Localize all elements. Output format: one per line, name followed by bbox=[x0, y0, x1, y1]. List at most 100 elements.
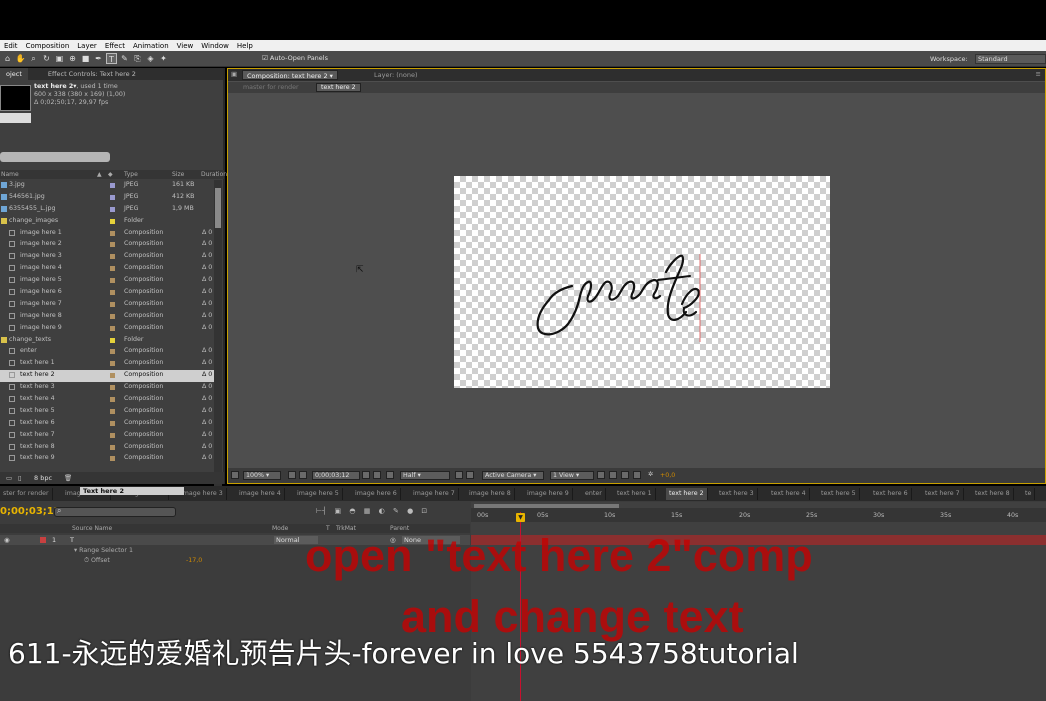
puppet-tool-icon[interactable]: ✦ bbox=[158, 53, 169, 64]
label-swatch[interactable] bbox=[110, 313, 115, 319]
project-item[interactable]: text here 7 Composition Δ 0 bbox=[0, 430, 214, 442]
label-swatch[interactable] bbox=[110, 266, 115, 272]
interpret-footage-icon[interactable]: ▭ bbox=[6, 474, 12, 482]
project-item[interactable]: text here 4 Composition Δ 0 bbox=[0, 394, 214, 406]
view-layout-select[interactable]: 1 View ▾ bbox=[550, 471, 594, 480]
project-scrollbar[interactable] bbox=[214, 180, 222, 538]
exposure-icon[interactable]: ✲ bbox=[648, 471, 653, 478]
menu-item-help[interactable]: Help bbox=[233, 42, 257, 50]
auto-keyframe-icon[interactable]: ● bbox=[407, 507, 413, 515]
timeline-tab[interactable]: text here 4 bbox=[768, 488, 810, 500]
comp-mini-flowchart-icon[interactable]: ⊢┤ bbox=[316, 507, 326, 515]
timeline-tab[interactable]: text here 6 bbox=[870, 488, 912, 500]
project-item[interactable]: 6355455_L.jpg JPEG 1,9 MB bbox=[0, 204, 214, 216]
auto-open-panels-checkbox[interactable]: ☑ Auto-Open Panels bbox=[262, 54, 328, 62]
channel-icon[interactable] bbox=[386, 471, 394, 479]
frame-blending-icon[interactable]: ▦ bbox=[364, 507, 371, 515]
label-color-swatch[interactable] bbox=[40, 537, 46, 543]
project-item[interactable]: image here 2 Composition Δ 0 bbox=[0, 239, 214, 251]
tab-project[interactable]: oject bbox=[0, 68, 28, 80]
project-item[interactable]: text here 6 Composition Δ 0 bbox=[0, 418, 214, 430]
label-swatch[interactable] bbox=[110, 254, 115, 260]
crumb-text-here-2[interactable]: text here 2 bbox=[316, 83, 361, 92]
col-mode[interactable]: Mode bbox=[272, 525, 288, 532]
camera-tool-icon[interactable]: ▣ bbox=[54, 53, 65, 64]
col-type[interactable]: Type bbox=[124, 171, 138, 178]
layer-name[interactable]: Text here 2 bbox=[80, 487, 184, 495]
magnification-select[interactable]: 100% ▾ bbox=[243, 471, 281, 480]
always-preview-icon[interactable] bbox=[231, 471, 239, 479]
flowchart-icon[interactable] bbox=[633, 471, 641, 479]
label-swatch[interactable] bbox=[110, 349, 115, 355]
sort-icon[interactable]: ▲ bbox=[97, 171, 102, 178]
label-icon[interactable]: ◆ bbox=[108, 171, 113, 178]
tab-layer[interactable]: Layer: (none) bbox=[374, 70, 418, 80]
label-swatch[interactable] bbox=[110, 408, 115, 414]
timeline-tab[interactable]: image here 3 bbox=[178, 488, 227, 500]
pixel-aspect-icon[interactable] bbox=[597, 471, 605, 479]
project-item[interactable]: image here 1 Composition Δ 0 bbox=[0, 228, 214, 240]
project-item[interactable]: text here 9 Composition Δ 0 bbox=[0, 453, 214, 465]
timeline-tab[interactable]: text here 8 bbox=[972, 488, 1014, 500]
grid-icon[interactable] bbox=[299, 471, 307, 479]
pen-tool-icon[interactable]: ✒ bbox=[93, 53, 104, 64]
timeline-icon[interactable] bbox=[621, 471, 629, 479]
label-swatch[interactable] bbox=[110, 230, 115, 236]
workspace-select[interactable]: Standard bbox=[975, 54, 1046, 64]
menu-item-animation[interactable]: Animation bbox=[129, 42, 173, 50]
label-swatch[interactable] bbox=[110, 361, 115, 367]
rectangle-tool-icon[interactable]: ■ bbox=[80, 53, 91, 64]
project-item[interactable]: enter Composition Δ 0 bbox=[0, 346, 214, 358]
visibility-icon[interactable]: ◉ bbox=[4, 536, 10, 544]
label-swatch[interactable] bbox=[110, 337, 115, 343]
label-swatch[interactable] bbox=[110, 373, 115, 379]
camera-select[interactable]: Active Camera ▾ bbox=[482, 471, 544, 480]
timeline-tab[interactable]: text here 3 bbox=[716, 488, 758, 500]
lock-icon[interactable]: ▣ bbox=[231, 70, 237, 78]
label-swatch[interactable] bbox=[110, 218, 115, 224]
label-swatch[interactable] bbox=[110, 325, 115, 331]
stopwatch-icon[interactable]: ⏱ bbox=[84, 557, 89, 564]
label-swatch[interactable] bbox=[110, 290, 115, 296]
offset-value[interactable]: -17,0 bbox=[186, 557, 202, 564]
type-tool-icon[interactable]: T bbox=[106, 53, 117, 64]
timeline-tab[interactable]: image here 4 bbox=[236, 488, 285, 500]
col-duration[interactable]: Duration bbox=[201, 171, 227, 178]
zoom-tool-icon[interactable]: ⌕ bbox=[28, 53, 39, 64]
project-item[interactable]: text here 8 Composition Δ 0 bbox=[0, 442, 214, 454]
region-of-interest-icon[interactable] bbox=[455, 471, 463, 479]
project-item[interactable]: image here 5 Composition Δ 0 bbox=[0, 275, 214, 287]
graph-editor-icon[interactable]: ⊡ bbox=[421, 507, 427, 515]
shy-icon[interactable]: ◓ bbox=[349, 507, 355, 515]
timeline-tab[interactable]: text here 1 bbox=[614, 488, 656, 500]
label-swatch[interactable] bbox=[110, 444, 115, 450]
new-folder-icon[interactable]: ▯ bbox=[18, 474, 22, 482]
project-item[interactable]: change_images Folder bbox=[0, 216, 214, 228]
label-swatch[interactable] bbox=[110, 301, 115, 307]
panel-menu-icon[interactable]: ≡ bbox=[1036, 70, 1041, 78]
timeline-tab[interactable]: image here 8 bbox=[466, 488, 515, 500]
resolution-select[interactable]: Half ▾ bbox=[400, 471, 450, 480]
brainstorm-icon[interactable]: ✎ bbox=[393, 507, 399, 515]
timeline-search-input[interactable]: ⌕ bbox=[54, 506, 176, 517]
project-item[interactable]: image here 9 Composition Δ 0 bbox=[0, 323, 214, 335]
show-snapshot-icon[interactable] bbox=[373, 471, 381, 479]
col-size[interactable]: Size bbox=[172, 171, 184, 178]
label-swatch[interactable] bbox=[110, 278, 115, 284]
menu-item-layer[interactable]: Layer bbox=[73, 42, 101, 50]
label-swatch[interactable] bbox=[110, 194, 115, 200]
timeline-tab[interactable]: image here 5 bbox=[294, 488, 343, 500]
label-swatch[interactable] bbox=[110, 242, 115, 248]
col-name[interactable]: Name bbox=[1, 171, 19, 178]
comp-viewer-canvas[interactable] bbox=[454, 176, 830, 388]
project-item[interactable]: image here 3 Composition Δ 0 bbox=[0, 251, 214, 263]
timeline-tab[interactable]: image here 7 bbox=[410, 488, 459, 500]
fast-previews-icon[interactable] bbox=[609, 471, 617, 479]
label-swatch[interactable] bbox=[110, 206, 115, 212]
tab-effect-controls[interactable]: Effect Controls: Text here 2 bbox=[42, 68, 142, 80]
timeline-tab[interactable]: te bbox=[1022, 488, 1036, 500]
label-swatch[interactable] bbox=[110, 397, 115, 403]
timeline-tab[interactable]: image here 6 bbox=[352, 488, 401, 500]
timeline-tab[interactable]: text here 2 bbox=[666, 488, 708, 500]
time-ruler[interactable]: 00s 05s 10s 15s 20s 25s 30s 35s 40s bbox=[471, 508, 1046, 522]
